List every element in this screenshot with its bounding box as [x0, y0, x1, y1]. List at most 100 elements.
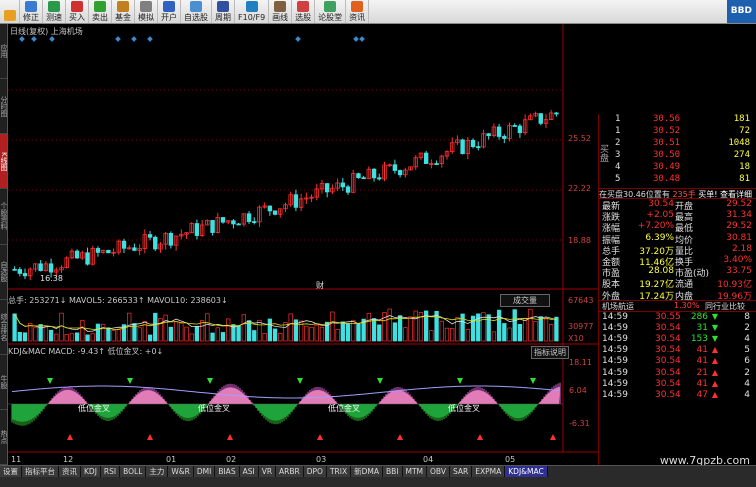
tick-time: 14:59	[602, 367, 628, 378]
quote-value: 31.34	[726, 210, 752, 221]
toolbar-button-2[interactable]: 测速	[43, 0, 66, 23]
quote-value: 33.75	[726, 266, 752, 277]
event-marker-icon[interactable]	[295, 36, 301, 42]
toolbar-icon	[3, 10, 16, 21]
toolbar-button-9[interactable]: 周期	[212, 0, 235, 23]
indicator-tab[interactable]: MTM	[402, 466, 428, 477]
volume-bar	[17, 332, 22, 342]
indicator-tab[interactable]: 设置	[0, 466, 22, 477]
toolbar-button-12[interactable]: 选股	[292, 0, 316, 23]
indicator-tab[interactable]: W&R	[168, 466, 194, 477]
left-tab-5[interactable]: 综合排名	[0, 299, 7, 355]
buy-row[interactable]: 5 30.48 81	[599, 174, 756, 186]
macd-help-button[interactable]: 指标说明	[531, 346, 569, 359]
candle-body	[392, 164, 398, 171]
event-marker-icon[interactable]	[49, 36, 55, 42]
toolbar-button-3[interactable]: 买入	[66, 0, 89, 23]
toolbar-button-0[interactable]	[0, 0, 20, 23]
indicator-tab[interactable]: ARBR	[276, 466, 304, 477]
toolbar-button-8[interactable]: 自选股	[181, 0, 212, 23]
left-tab-6[interactable]: 牛股	[0, 354, 7, 410]
volume-bar	[314, 324, 319, 342]
quote-value: 28.08	[648, 266, 674, 277]
left-tab-0[interactable]: 应用	[0, 24, 7, 80]
candle-body	[496, 126, 502, 137]
tick-time: 14:59	[602, 356, 628, 367]
indicator-tab[interactable]: 主力	[146, 466, 169, 477]
indicator-tab[interactable]: KDJ	[81, 466, 101, 477]
toolbar-button-4[interactable]: 卖出	[89, 0, 112, 23]
indicator-tab[interactable]: DPO	[303, 466, 327, 477]
toolbar-icon	[217, 1, 229, 12]
indicator-tab[interactable]: BIAS	[215, 466, 240, 477]
sector-compare-link[interactable]: 同行业比较	[705, 301, 745, 312]
toolbar-button-7[interactable]: 开户	[158, 0, 181, 23]
volume-bar	[101, 323, 106, 342]
finance-marker[interactable]: 财	[316, 280, 324, 291]
chart-area[interactable]: 低位金叉 低位金叉 低位金叉 低位金叉 日线(复权) 上海机场 25.52 22.22…	[8, 24, 598, 465]
indicator-tab[interactable]: 指标平台	[22, 466, 59, 477]
buy-row[interactable]: 3 30.50 274	[599, 150, 756, 162]
event-marker-icon[interactable]	[147, 36, 153, 42]
order-price: 30.50	[653, 150, 681, 160]
tick-price: 30.54	[655, 390, 681, 400]
volume-bar	[450, 327, 455, 342]
sell-arrow-icon	[207, 378, 213, 384]
chart-canvas[interactable]: 低位金叉 低位金叉 低位金叉 低位金叉	[8, 24, 598, 465]
indicator-tab[interactable]: 资讯	[59, 466, 81, 477]
indicator-tab[interactable]: TRIX	[326, 466, 352, 477]
date-label: 02	[226, 455, 237, 464]
quote-value: 29.52	[726, 221, 752, 232]
tick-time: 14:59	[602, 345, 628, 356]
toolbar-button-1[interactable]: 修正	[20, 0, 43, 23]
sector-row[interactable]: 机场航运 1.30% 同行业比较	[599, 299, 756, 312]
event-marker-icon[interactable]	[19, 36, 25, 42]
volume-bar	[533, 321, 538, 342]
left-tab-7[interactable]: 热点	[0, 409, 7, 465]
indicator-tab[interactable]: SAR	[449, 466, 473, 477]
left-tab-2[interactable]: K线图	[0, 134, 7, 190]
toolbar-button-6[interactable]: 模拟	[135, 0, 158, 23]
order-book: 1 30.56 181 1 30.52 72 2 30.51 1048 3 30.50 274 4 30.…	[598, 114, 756, 188]
big-order-notice[interactable]: 在买盘30.46位置有 235手 买单! 查看详细	[599, 188, 756, 199]
volume-button[interactable]: 成交量	[500, 294, 550, 307]
event-marker-icon[interactable]	[115, 36, 121, 42]
event-marker-icon[interactable]	[359, 36, 365, 42]
buy-row[interactable]: 2 30.51 1048	[599, 138, 756, 150]
indicator-tab[interactable]: OBV	[427, 466, 450, 477]
left-tab-3[interactable]: 个股资料	[0, 189, 7, 245]
indicator-tab[interactable]: DMI	[193, 466, 216, 477]
indicator-tab[interactable]: EXPMA	[472, 466, 506, 477]
toolbar-button-10[interactable]: F10/F9	[235, 0, 270, 23]
sell-arrow-icon	[127, 378, 133, 384]
indicator-tab[interactable]: BOLL	[120, 466, 147, 477]
toolbar-button-14[interactable]: 资讯	[346, 0, 370, 23]
volume-bar	[377, 324, 382, 342]
notice-link[interactable]: 买单! 查看详细	[698, 190, 752, 198]
toolbar-button-11[interactable]: 画线	[269, 0, 293, 23]
arrow-up-icon: ▲	[711, 378, 718, 388]
tick-row: 14:59 30.54 21 ▲ 2	[599, 368, 756, 379]
arrow-down-icon: ▼	[711, 334, 718, 344]
left-tab-1[interactable]: 分时图	[0, 79, 7, 135]
volume-bar	[137, 327, 142, 342]
event-marker-icon[interactable]	[131, 36, 137, 42]
indicator-tab[interactable]: BBI	[382, 466, 403, 477]
volume-bar	[408, 316, 413, 342]
indicator-tab[interactable]: VR	[258, 466, 277, 477]
indicator-tab[interactable]: 新DMA	[351, 466, 383, 477]
toolbar-button-13[interactable]: 论股堂	[315, 0, 347, 23]
candle-body	[517, 125, 523, 134]
candle-body	[538, 113, 543, 124]
event-marker-icon[interactable]	[31, 36, 37, 42]
indicator-tab[interactable]: RSI	[100, 466, 121, 477]
sell-row[interactable]: 1 30.56 181	[599, 114, 756, 126]
volume-bar	[59, 312, 64, 342]
indicator-tab[interactable]: ASI	[239, 466, 259, 477]
buy-row[interactable]: 4 30.49 18	[599, 162, 756, 174]
event-marker-icon[interactable]	[353, 36, 359, 42]
indicator-tab[interactable]: KDJ&MAC	[505, 466, 548, 477]
left-tab-4[interactable]: 自选股	[0, 244, 7, 300]
sell-row[interactable]: 1 30.52 72	[599, 126, 756, 138]
toolbar-button-5[interactable]: 基金	[112, 0, 135, 23]
